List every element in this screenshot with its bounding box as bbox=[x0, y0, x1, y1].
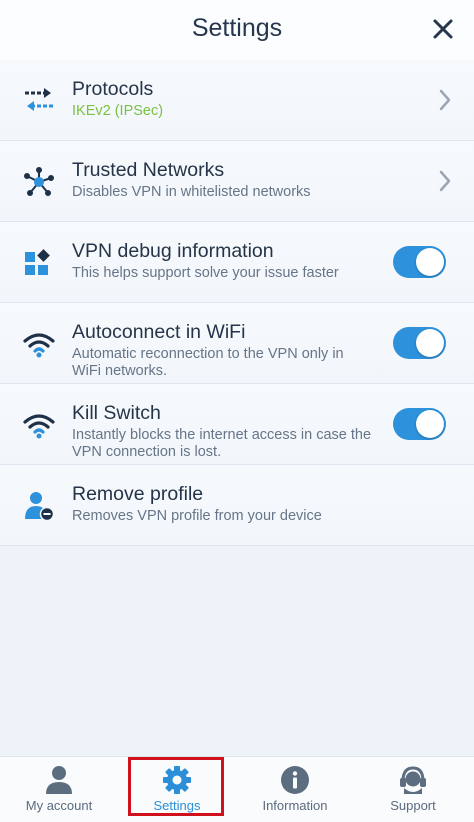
remove-profile-description: Removes VPN profile from your device bbox=[72, 508, 322, 524]
settings-list: Protocols IKEv2 (IPSec) Trusted Networks… bbox=[0, 60, 474, 546]
tab-my-account[interactable]: My account bbox=[0, 757, 118, 822]
toggle-knob bbox=[416, 329, 444, 357]
network-nodes-icon bbox=[24, 167, 54, 196]
autoconnect-wifi-toggle[interactable] bbox=[393, 327, 446, 359]
settings-row-protocols[interactable]: Protocols IKEv2 (IPSec) bbox=[0, 60, 474, 141]
kill-switch-description: Instantly blocks the internet access in … bbox=[72, 427, 372, 460]
autoconnect-wifi-description: Automatic reconnection to the VPN only i… bbox=[72, 346, 344, 379]
trusted-networks-label: Trusted Networks bbox=[72, 159, 225, 181]
vpn-debug-label: VPN debug information bbox=[72, 240, 274, 262]
bottom-tab-bar: My account Settings Information Support bbox=[0, 756, 474, 822]
autoconnect-wifi-label: Autoconnect in WiFi bbox=[72, 321, 246, 343]
tab-support[interactable]: Support bbox=[354, 757, 472, 822]
tab-label: Support bbox=[390, 798, 436, 813]
info-icon bbox=[281, 766, 309, 794]
chevron-right-icon bbox=[439, 170, 451, 192]
close-icon[interactable] bbox=[428, 14, 458, 44]
toggle-knob bbox=[416, 248, 444, 276]
wifi-icon bbox=[23, 414, 55, 439]
kill-switch-label: Kill Switch bbox=[72, 402, 161, 424]
tab-information[interactable]: Information bbox=[236, 757, 354, 822]
protocols-icon bbox=[25, 88, 53, 111]
chevron-right-icon bbox=[439, 89, 451, 111]
remove-user-icon bbox=[25, 492, 55, 522]
tab-label: Information bbox=[262, 798, 328, 813]
settings-row-remove-profile[interactable]: Remove profile Removes VPN profile from … bbox=[0, 465, 474, 546]
person-icon bbox=[46, 766, 72, 794]
remove-profile-label: Remove profile bbox=[72, 483, 204, 505]
settings-row-kill-switch: Kill Switch Instantly blocks the interne… bbox=[0, 384, 474, 465]
trusted-networks-description: Disables VPN in whitelisted networks bbox=[72, 184, 311, 200]
debug-blocks-icon bbox=[25, 249, 50, 275]
toggle-knob bbox=[416, 410, 444, 438]
settings-row-vpn-debug: VPN debug information This helps support… bbox=[0, 222, 474, 303]
settings-row-autoconnect-wifi: Autoconnect in WiFi Automatic reconnecti… bbox=[0, 303, 474, 384]
protocols-value: IKEv2 (IPSec) bbox=[72, 103, 164, 119]
wifi-icon bbox=[23, 333, 55, 358]
headset-icon bbox=[400, 766, 426, 794]
vpn-debug-description: This helps support solve your issue fast… bbox=[72, 265, 339, 281]
settings-row-trusted-networks[interactable]: Trusted Networks Disables VPN in whiteli… bbox=[0, 141, 474, 222]
kill-switch-toggle[interactable] bbox=[393, 408, 446, 440]
settings-tab-highlight-box bbox=[128, 757, 224, 816]
tab-label: My account bbox=[25, 798, 93, 813]
header-bar: Settings bbox=[0, 0, 474, 60]
page-title: Settings bbox=[191, 14, 283, 42]
protocols-label: Protocols bbox=[72, 78, 154, 100]
vpn-debug-toggle[interactable] bbox=[393, 246, 446, 278]
